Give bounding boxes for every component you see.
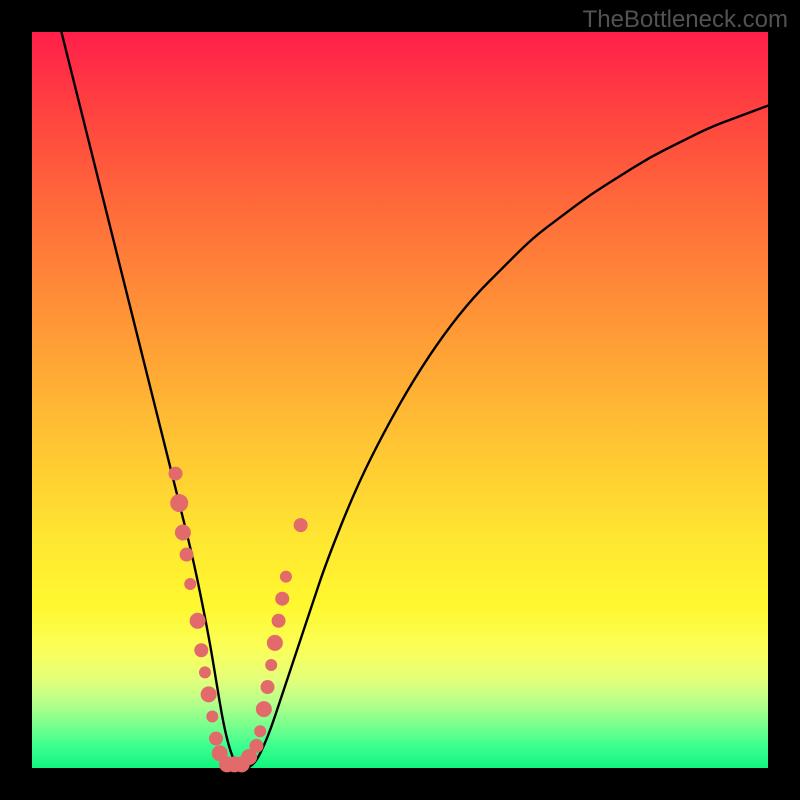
data-point <box>265 659 277 671</box>
data-point <box>275 592 289 606</box>
data-point <box>175 524 191 540</box>
data-points-group <box>169 467 308 773</box>
data-point <box>180 548 194 562</box>
bottleneck-curve <box>61 32 768 768</box>
watermark-text: TheBottleneck.com <box>583 6 788 34</box>
data-point <box>170 494 188 512</box>
data-point <box>294 518 308 532</box>
data-point <box>201 686 217 702</box>
data-point <box>206 710 218 722</box>
data-point <box>249 739 263 753</box>
data-point <box>209 732 223 746</box>
chart-frame: TheBottleneck.com <box>0 0 800 800</box>
data-point <box>199 666 211 678</box>
data-point <box>267 635 283 651</box>
data-point <box>184 578 196 590</box>
data-point <box>272 614 286 628</box>
data-point <box>261 680 275 694</box>
data-point <box>254 725 266 737</box>
data-point <box>190 613 206 629</box>
data-point <box>169 467 183 481</box>
data-point <box>194 643 208 657</box>
chart-overlay <box>32 32 768 768</box>
data-point <box>256 701 272 717</box>
data-point <box>280 571 292 583</box>
